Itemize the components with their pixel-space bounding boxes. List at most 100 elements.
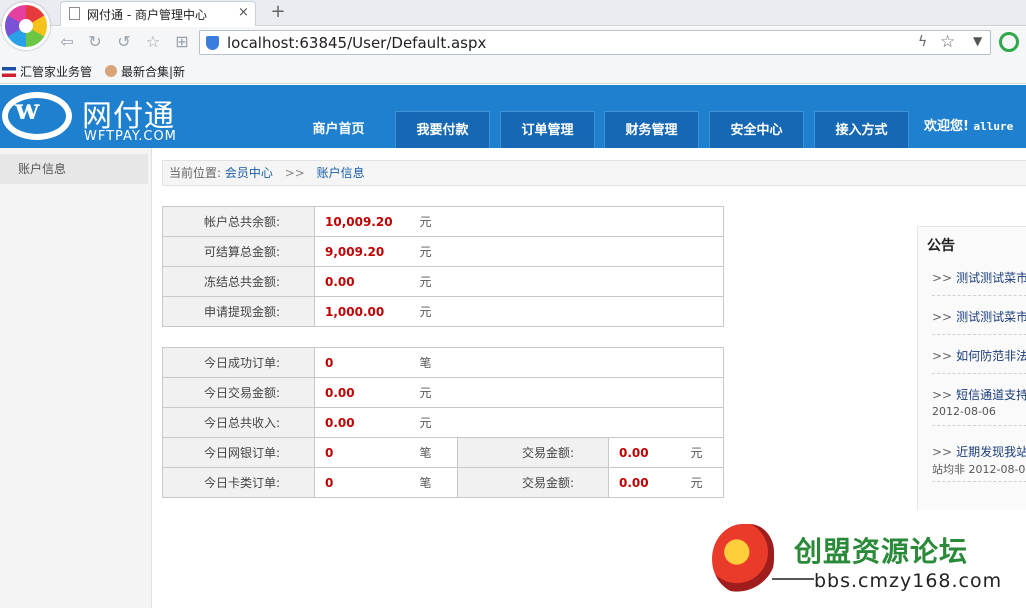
row-value-secondary: 0.00	[608, 467, 681, 498]
row-unit: 笔	[409, 437, 458, 468]
row-label: 今日总共收入:	[162, 407, 315, 438]
notice-item[interactable]: >>测试测试菜市场	[932, 308, 1026, 325]
row-value: 0	[314, 467, 410, 498]
row-label: 今日成功订单:	[162, 347, 315, 378]
notice-item[interactable]: >>如何防范非法钓鱼	[932, 347, 1026, 364]
row-label-secondary: 交易金额:	[457, 437, 609, 468]
row-value: 0	[314, 347, 410, 378]
row-label: 今日交易金额:	[162, 377, 315, 408]
search-engine-icon[interactable]	[999, 32, 1019, 52]
double-chevron-icon: >>	[932, 388, 953, 402]
logo-domain: WFTPAY.COM	[84, 129, 177, 144]
double-chevron-icon: >>	[932, 271, 953, 285]
bookmark-item[interactable]: 汇管家业务管	[2, 63, 92, 80]
row-value: 9,009.20	[314, 236, 410, 267]
row-label: 今日卡类订单:	[162, 467, 315, 498]
row-unit: 元	[409, 377, 724, 408]
nav-integration[interactable]: 接入方式	[814, 111, 909, 148]
back-arrow-icon[interactable]: ⇦	[57, 32, 77, 52]
watermark-url: bbs.cmzy168.com	[814, 570, 1003, 592]
notice-item[interactable]: >>近期发现我站被	[932, 443, 1026, 460]
refresh-icon[interactable]: ↻	[85, 32, 105, 52]
nav-security[interactable]: 安全中心	[709, 111, 804, 148]
table-row: 今日交易金额: 0.00 元	[162, 377, 724, 408]
breadcrumb-prefix: 当前位置:	[169, 166, 222, 180]
breadcrumb: 当前位置: 会员中心 >> 账户信息	[162, 160, 1026, 186]
balance-table: 帐户总共余额: 10,009.20 元 可结算总金额: 9,009.20 元 冻…	[162, 206, 724, 327]
divider	[932, 481, 1026, 482]
nav-home[interactable]: 商户首页	[291, 111, 386, 148]
table-row: 今日卡类订单: 0 笔 交易金额: 0.00 元	[162, 467, 724, 498]
row-label: 帐户总共余额:	[162, 206, 315, 237]
breadcrumb-current[interactable]: 账户信息	[317, 166, 365, 180]
row-unit: 元	[409, 236, 724, 267]
browser-tab[interactable]: 网付通 - 商户管理中心 ×	[60, 1, 256, 26]
row-unit: 笔	[409, 347, 724, 378]
notice-title: 公告	[927, 238, 955, 254]
apps-grid-icon[interactable]: ⊞	[172, 32, 192, 52]
flag-icon	[2, 67, 16, 77]
row-unit: 元	[409, 407, 724, 438]
tab-close-icon[interactable]: ×	[238, 5, 249, 20]
row-value-secondary: 0.00	[608, 437, 681, 468]
notice-date: 2012-08-06	[932, 405, 996, 418]
row-label-secondary: 交易金额:	[457, 467, 609, 498]
table-row: 冻结总共金额: 0.00 元	[162, 266, 724, 297]
notice-item[interactable]: >>短信通道支持全	[932, 386, 1026, 403]
lightning-icon[interactable]: ϟ	[918, 34, 927, 50]
row-value: 0.00	[314, 266, 410, 297]
bookmark-star-icon[interactable]: ☆	[143, 32, 163, 52]
table-row: 可结算总金额: 9,009.20 元	[162, 236, 724, 267]
today-table: 今日成功订单: 0 笔 今日交易金额: 0.00 元 今日总共收入: 0.00 …	[162, 347, 724, 498]
divider	[932, 425, 1026, 426]
address-url[interactable]: localhost:63845/User/Default.aspx	[227, 34, 486, 52]
row-unit: 笔	[409, 467, 458, 498]
double-chevron-icon: >>	[932, 349, 953, 363]
row-value: 1,000.00	[314, 296, 410, 327]
tab-title: 网付通 - 商户管理中心	[87, 8, 207, 22]
new-tab-button[interactable]: +	[262, 1, 294, 25]
welcome-label: 欢迎您!	[924, 119, 969, 134]
notice-panel: 公告 >>测试测试菜市场 >>测试测试菜市场 >>如何防范非法钓鱼 >>短信通道…	[917, 226, 1026, 510]
row-unit: 元	[409, 296, 724, 327]
breadcrumb-home-link[interactable]: 会员中心	[225, 166, 273, 180]
table-row: 今日总共收入: 0.00 元	[162, 407, 724, 438]
row-label: 可结算总金额:	[162, 236, 315, 267]
browser-logo-icon[interactable]	[2, 2, 50, 50]
welcome-text: 欢迎您! allure	[924, 115, 1013, 134]
table-row: 申请提现金额: 1,000.00 元	[162, 296, 724, 327]
sidebar: 账户信息	[0, 148, 152, 608]
divider	[932, 373, 1026, 374]
table-row: 今日成功订单: 0 笔	[162, 347, 724, 378]
bookmark-item[interactable]: 最新合集|新	[105, 63, 185, 80]
undo-icon[interactable]: ↺	[114, 32, 134, 52]
nav-payment[interactable]: 我要付款	[395, 111, 490, 148]
avatar-icon	[105, 65, 117, 77]
row-label: 申请提现金额:	[162, 296, 315, 327]
divider	[772, 578, 814, 580]
nav-orders[interactable]: 订单管理	[500, 111, 595, 148]
watermark-title: 创盟资源论坛	[794, 535, 969, 568]
row-unit: 元	[409, 206, 724, 237]
bookmarks-bar: 汇管家业务管 最新合集|新	[0, 58, 1026, 84]
username[interactable]: allure	[973, 120, 1013, 133]
favorite-star-icon[interactable]: ☆	[940, 32, 955, 52]
sidebar-item-account-info[interactable]: 账户信息	[0, 154, 148, 184]
watermark: 创盟资源论坛 bbs.cmzy168.com	[712, 520, 1026, 608]
divider	[932, 295, 1026, 296]
shield-icon	[206, 36, 219, 50]
row-label: 冻结总共金额:	[162, 266, 315, 297]
site-header: w 网付通 WFTPAY.COM 商户首页 我要付款 订单管理 财务管理 安全中…	[0, 85, 1026, 148]
notice-item[interactable]: >>测试测试菜市场	[932, 269, 1026, 286]
browser-toolbar: ⇦ ↻ ↺ ☆ ⊞ localhost:63845/User/Default.a…	[0, 27, 1026, 58]
address-bar[interactable]: localhost:63845/User/Default.aspx ϟ ☆ ▼	[199, 30, 991, 55]
row-label: 今日网银订单:	[162, 437, 315, 468]
watermark-logo-icon	[712, 524, 774, 594]
nav-finance[interactable]: 财务管理	[604, 111, 699, 148]
row-unit-secondary: 元	[680, 467, 724, 498]
row-value: 10,009.20	[314, 206, 410, 237]
row-value: 0.00	[314, 377, 410, 408]
dropdown-triangle-icon[interactable]: ▼	[973, 34, 982, 48]
page-icon	[69, 7, 80, 20]
breadcrumb-separator: >>	[284, 166, 305, 180]
